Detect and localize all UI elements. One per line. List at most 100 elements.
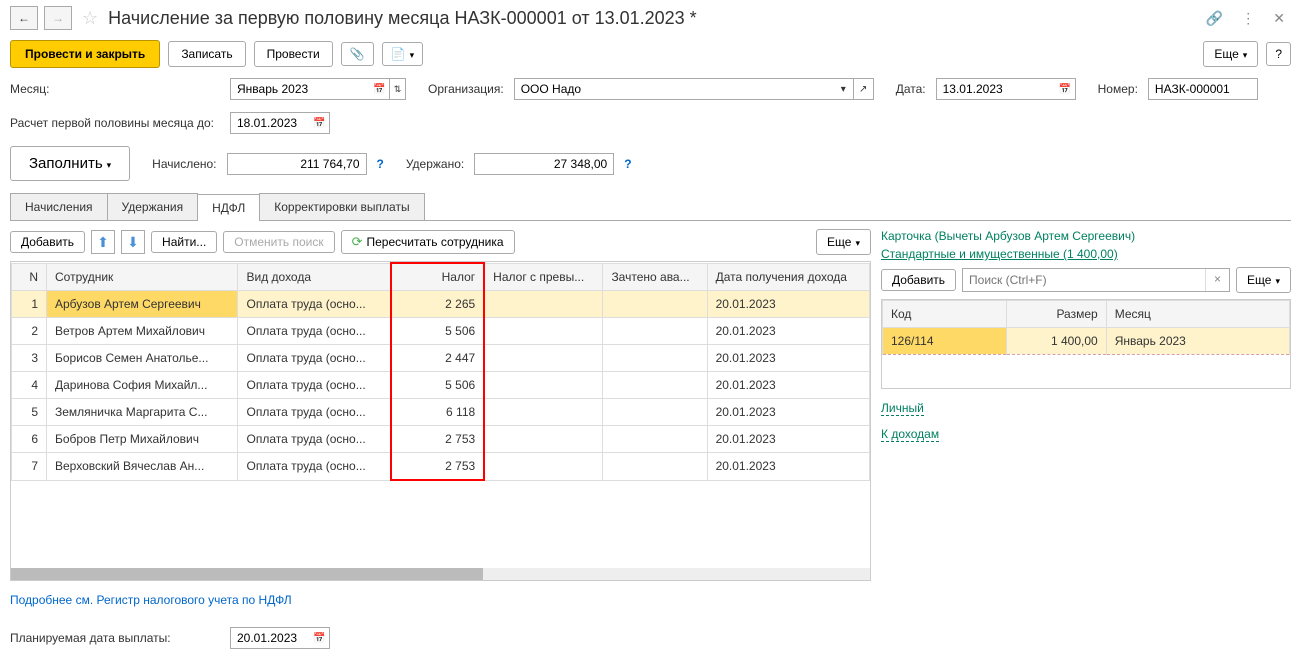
table-row[interactable]: 7Верховский Вячеслав Ан...Оплата труда (… <box>12 453 870 481</box>
deductions-table: Код Размер Месяц 126/114 1 400,00 Январь… <box>882 300 1290 355</box>
col-tax[interactable]: Налог <box>391 263 484 291</box>
r-search-clear-icon[interactable]: × <box>1205 269 1229 291</box>
month-spinner[interactable]: ⇅ <box>390 78 406 100</box>
deduction-row[interactable]: 126/114 1 400,00 Январь 2023 <box>883 328 1290 355</box>
tax-register-link[interactable]: Подробнее см. Регистр налогового учета п… <box>10 593 292 607</box>
col-tax-excess[interactable]: Налог с превы... <box>484 263 603 291</box>
add-row-button[interactable]: Добавить <box>10 231 85 253</box>
cell-date: 20.01.2023 <box>707 453 869 481</box>
calc-until-calendar-icon[interactable]: 📅 <box>310 112 330 134</box>
favorite-icon[interactable]: ☆ <box>82 8 98 29</box>
table-row[interactable]: 4Даринова София Михайл...Оплата труда (о… <box>12 372 870 399</box>
table-row[interactable]: 1Арбузов Артем СергеевичОплата труда (ос… <box>12 291 870 318</box>
submit-close-button[interactable]: Провести и закрыть <box>10 40 160 68</box>
attach-button[interactable]: 📎 <box>341 42 374 66</box>
calc-until-input[interactable] <box>230 112 310 134</box>
r-col-size[interactable]: Размер <box>1006 301 1106 328</box>
fill-button[interactable]: Заполнить▾ <box>10 146 130 181</box>
cell-adv <box>603 291 707 318</box>
table-row[interactable]: 2Ветров Артем МихайловичОплата труда (ос… <box>12 318 870 345</box>
cell-adv <box>603 345 707 372</box>
move-up-button[interactable]: ⬆ <box>91 230 115 254</box>
month-input[interactable] <box>230 78 370 100</box>
table-row[interactable]: 3Борисов Семен Анатолье...Оплата труда (… <box>12 345 870 372</box>
r-search-input[interactable] <box>963 269 1205 291</box>
submit-button[interactable]: Провести <box>254 41 333 67</box>
cell-tax: 2 753 <box>391 426 484 453</box>
cell-adv <box>603 372 707 399</box>
accrued-help-icon[interactable]: ? <box>377 157 384 171</box>
cancel-search-button[interactable]: Отменить поиск <box>223 231 334 253</box>
org-dropdown-icon[interactable]: ▾ <box>834 78 854 100</box>
number-label: Номер: <box>1098 82 1138 96</box>
move-down-button[interactable]: ⬇ <box>121 230 145 254</box>
withheld-label: Удержано: <box>406 157 464 171</box>
number-input[interactable] <box>1148 78 1258 100</box>
col-employee[interactable]: Сотрудник <box>47 263 238 291</box>
cell-date: 20.01.2023 <box>707 318 869 345</box>
cell-exc <box>484 453 603 481</box>
find-button[interactable]: Найти... <box>151 231 217 253</box>
link-icon[interactable]: 🔗 <box>1200 10 1229 27</box>
withheld-input[interactable] <box>474 153 614 175</box>
tab-accruals[interactable]: Начисления <box>10 193 108 220</box>
cell-adv <box>603 318 707 345</box>
cell-employee: Борисов Семен Анатолье... <box>47 345 238 372</box>
tab-corrections[interactable]: Корректировки выплаты <box>259 193 424 220</box>
nav-back-button[interactable]: ← <box>10 6 38 30</box>
personal-link[interactable]: Личный <box>881 401 924 416</box>
date-calendar-icon[interactable]: 📅 <box>1056 78 1076 100</box>
cell-n: 6 <box>12 426 47 453</box>
cell-date: 20.01.2023 <box>707 399 869 426</box>
cell-tax: 2 265 <box>391 291 484 318</box>
close-icon[interactable]: ✕ <box>1267 10 1291 27</box>
cell-exc <box>484 372 603 399</box>
cell-n: 5 <box>12 399 47 426</box>
nav-forward-button[interactable]: → <box>44 6 72 30</box>
more-icon[interactable]: ⋮ <box>1235 10 1261 27</box>
save-button[interactable]: Записать <box>168 41 245 67</box>
cell-type: Оплата труда (осно... <box>238 453 391 481</box>
withheld-help-icon[interactable]: ? <box>624 157 631 171</box>
r-col-month[interactable]: Месяц <box>1106 301 1289 328</box>
to-income-link[interactable]: К доходам <box>881 427 939 442</box>
refresh-icon: ⟳ <box>352 234 363 249</box>
r-more-button[interactable]: Еще▾ <box>1236 267 1291 293</box>
help-button[interactable]: ? <box>1266 42 1291 66</box>
cell-date: 20.01.2023 <box>707 345 869 372</box>
date-input[interactable] <box>936 78 1056 100</box>
plan-date-calendar-icon[interactable]: 📅 <box>310 627 330 649</box>
col-income-type[interactable]: Вид дохода <box>238 263 391 291</box>
col-income-date[interactable]: Дата получения дохода <box>707 263 869 291</box>
r-add-button[interactable]: Добавить <box>881 269 956 291</box>
cell-type: Оплата труда (осно... <box>238 426 391 453</box>
h-scrollbar[interactable] <box>11 568 870 580</box>
table-row[interactable]: 6Бобров Петр МихайловичОплата труда (осн… <box>12 426 870 453</box>
cell-n: 1 <box>12 291 47 318</box>
cell-date: 20.01.2023 <box>707 291 869 318</box>
tab-ndfl[interactable]: НДФЛ <box>197 194 260 221</box>
calc-until-label: Расчет первой половины месяца до: <box>10 116 220 130</box>
accrued-input[interactable] <box>227 153 367 175</box>
table-row[interactable]: 5Земляничка Маргарита С...Оплата труда (… <box>12 399 870 426</box>
report-button[interactable]: 📄▾ <box>382 42 423 66</box>
more-button[interactable]: Еще▾ <box>1203 41 1258 67</box>
month-calendar-icon[interactable]: 📅 <box>370 78 390 100</box>
r-cell-size: 1 400,00 <box>1006 328 1106 355</box>
org-input[interactable] <box>514 78 834 100</box>
cell-employee: Верховский Вячеслав Ан... <box>47 453 238 481</box>
tab-deductions[interactable]: Удержания <box>107 193 199 220</box>
cell-tax: 2 447 <box>391 345 484 372</box>
cell-n: 3 <box>12 345 47 372</box>
col-advance[interactable]: Зачтено ава... <box>603 263 707 291</box>
page-title: Начисление за первую половину месяца НАЗ… <box>108 8 1194 29</box>
cell-exc <box>484 426 603 453</box>
panel-more-button[interactable]: Еще▾ <box>816 229 871 255</box>
cell-type: Оплата труда (осно... <box>238 345 391 372</box>
std-deductions-link[interactable]: Стандартные и имущественные (1 400,00) <box>881 247 1118 261</box>
plan-date-input[interactable] <box>230 627 310 649</box>
col-n[interactable]: N <box>12 263 47 291</box>
recalc-button[interactable]: ⟳Пересчитать сотрудника <box>341 230 515 254</box>
r-col-code[interactable]: Код <box>883 301 1007 328</box>
org-open-icon[interactable]: ↗ <box>854 78 874 100</box>
